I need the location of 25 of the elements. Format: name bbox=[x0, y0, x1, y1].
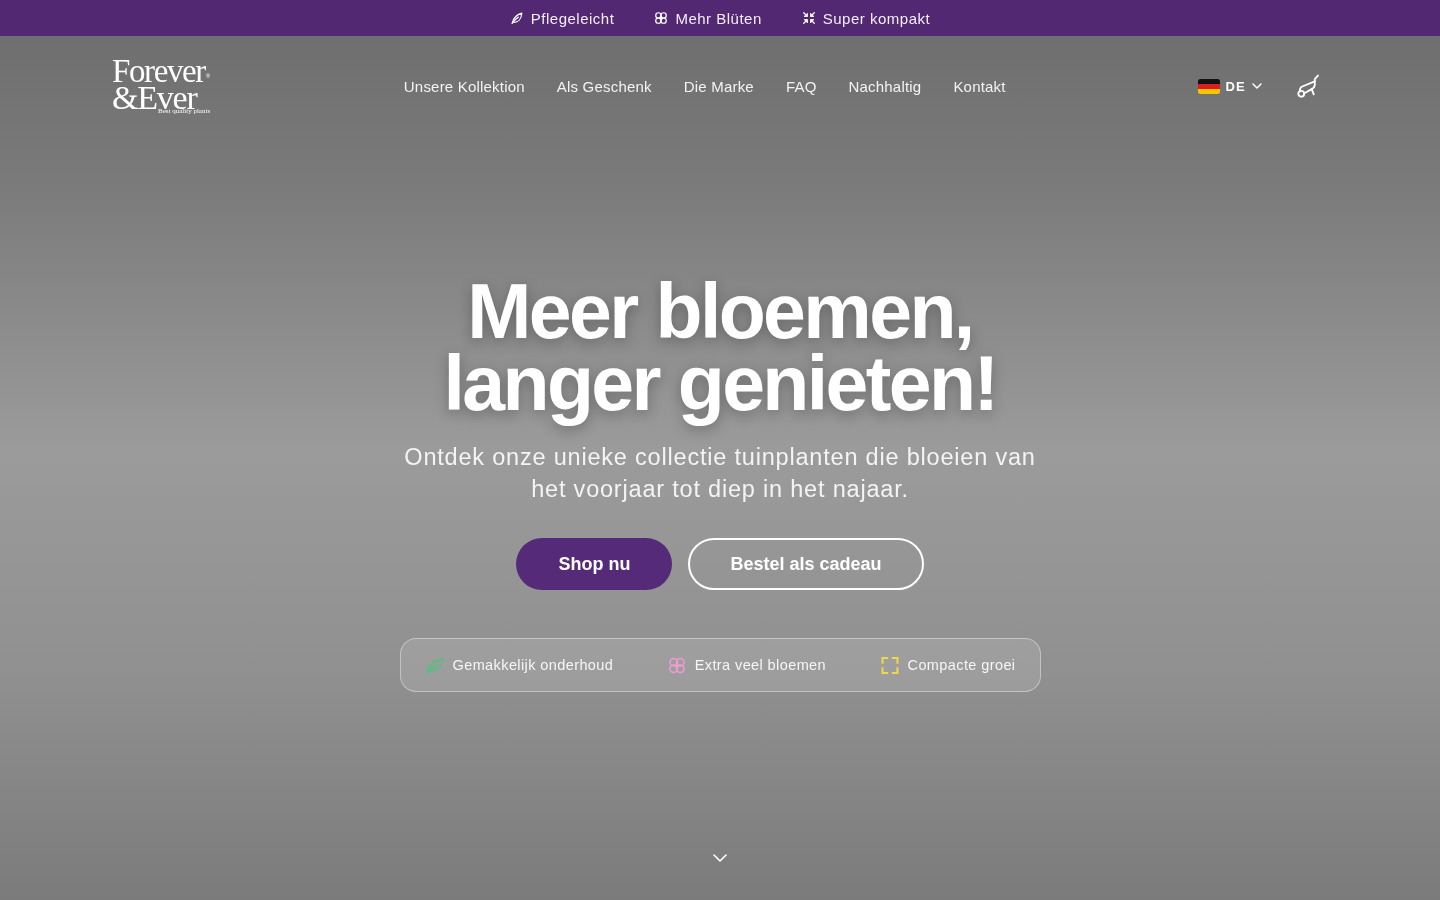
feature-label: Pflegeleicht bbox=[530, 9, 615, 27]
feature-label: Super kompakt bbox=[822, 9, 931, 27]
nav-link[interactable]: Kontakt bbox=[953, 77, 1006, 95]
chevron-down-icon[interactable] bbox=[713, 854, 727, 862]
german-flag-icon bbox=[1197, 78, 1220, 94]
nav-link[interactable]: Als Geschenk bbox=[556, 77, 652, 95]
feature-label: Gemakkelijk onderhoud bbox=[452, 657, 614, 673]
hero-heading: Meer bloemen, langer genieten! bbox=[443, 275, 997, 428]
feature-label: Compacte groei bbox=[907, 657, 1016, 673]
logo-wordmark[interactable]: Forever bbox=[112, 57, 205, 85]
leaf-icon bbox=[509, 11, 524, 25]
caret-icon bbox=[1252, 83, 1262, 89]
hero-subtitle: Ontdek onze unieke collectie tuinplanten die bloeien van het voorjaar tot diep in het najaar. bbox=[403, 443, 1037, 504]
nav-link[interactable]: FAQ bbox=[785, 77, 817, 95]
shop-button[interactable]: Shop nu bbox=[516, 538, 673, 590]
feature-label: Mehr Blüten bbox=[675, 9, 762, 27]
nav-link[interactable]: Nachhaltig bbox=[848, 77, 922, 95]
compress-arrows-icon bbox=[801, 11, 816, 25]
language-selector[interactable]: DE bbox=[1197, 78, 1262, 94]
wheelbarrow-icon[interactable] bbox=[1295, 73, 1320, 99]
gift-button[interactable]: Bestel als cadeau bbox=[688, 538, 924, 590]
feature-label: Extra veel bloemen bbox=[694, 657, 827, 673]
flower-icon bbox=[654, 11, 669, 25]
nav-link[interactable]: Unsere Kollektion bbox=[403, 77, 525, 95]
nav-link[interactable]: Die Marke bbox=[683, 77, 754, 95]
